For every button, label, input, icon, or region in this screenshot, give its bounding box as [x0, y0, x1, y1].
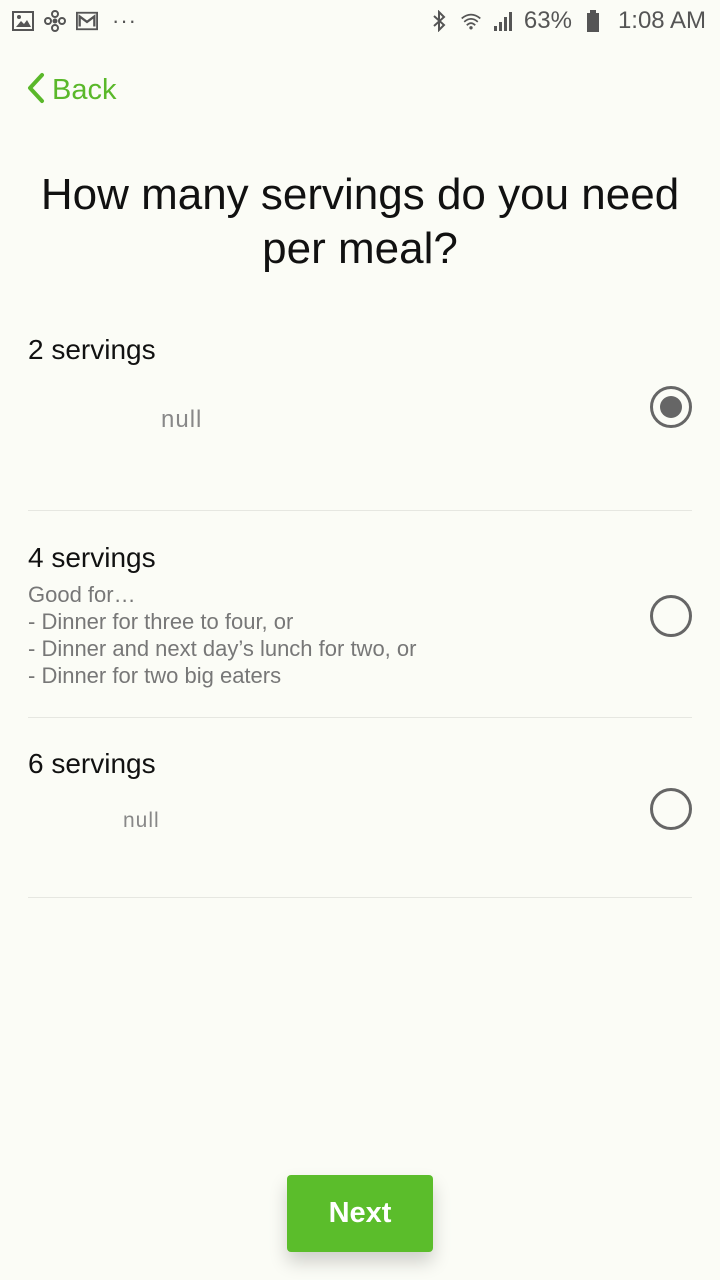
description-line: - Dinner for three to four, or: [28, 609, 294, 634]
battery-icon: [582, 10, 604, 32]
wifi-icon: [460, 10, 482, 32]
radio-4-servings[interactable]: [650, 595, 692, 637]
gallery-icon: [12, 10, 34, 32]
pinwheel-icon: [44, 10, 66, 32]
battery-percent: 63%: [523, 7, 572, 34]
option-description: Good for… - Dinner for three to four, or…: [28, 581, 416, 689]
option-4-servings[interactable]: 4 servings Good for… - Dinner for three …: [28, 511, 692, 718]
next-button[interactable]: Next: [287, 1175, 433, 1252]
description-line: - Dinner for two big eaters: [28, 663, 282, 688]
option-title: 4 servings: [28, 542, 156, 573]
signal-icon: [492, 10, 514, 32]
serving-size-screen: ··· 63% 1:08 AM Back How many servings d…: [0, 0, 720, 1280]
serving-options: 2 servings null 4 servings Good for… - D…: [28, 322, 692, 898]
back-button[interactable]: Back: [26, 70, 116, 110]
page-title: How many servings do you need per meal?: [40, 170, 680, 273]
back-label: Back: [52, 73, 117, 106]
option-description: null: [123, 809, 160, 832]
option-6-servings[interactable]: 6 servings null: [28, 718, 692, 898]
radio-2-servings[interactable]: [650, 386, 692, 428]
bluetooth-icon: [428, 10, 450, 32]
option-2-servings[interactable]: 2 servings null: [28, 322, 692, 511]
status-bar: ··· 63% 1:08 AM: [0, 0, 720, 42]
clock: 1:08 AM: [617, 7, 706, 34]
gmail-icon: [76, 10, 98, 32]
option-description: null: [161, 406, 203, 433]
description-line: - Dinner and next day’s lunch for two, o…: [28, 636, 417, 661]
option-title: 2 servings: [28, 334, 156, 365]
chevron-left-icon: [26, 72, 46, 109]
more-notifications-icon: ···: [112, 8, 137, 33]
description-line: Good for…: [28, 582, 136, 607]
option-title: 6 servings: [28, 748, 156, 779]
radio-6-servings[interactable]: [650, 788, 692, 830]
